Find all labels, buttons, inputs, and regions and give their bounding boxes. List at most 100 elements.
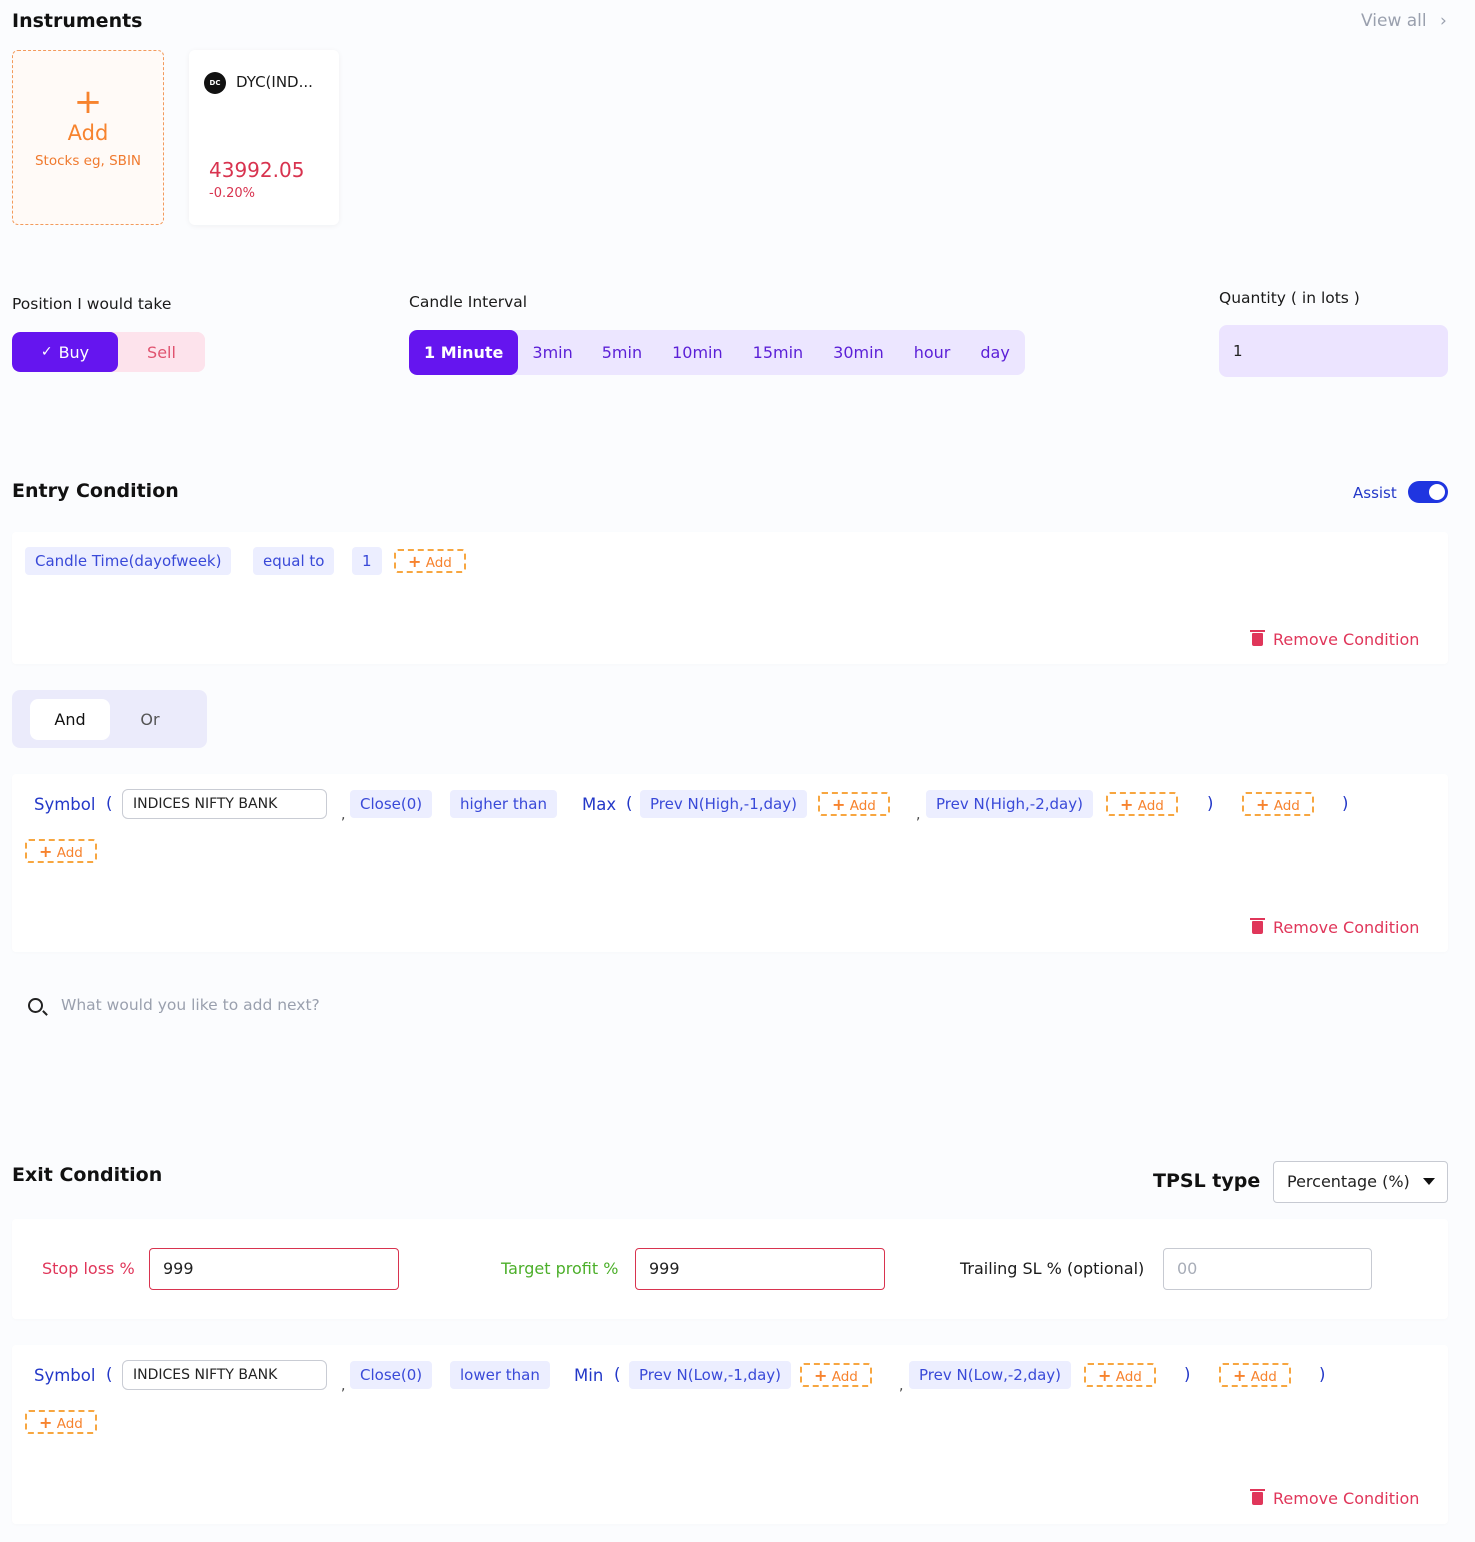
add-button[interactable]: + Add (818, 792, 890, 816)
sell-button[interactable]: Sell (118, 332, 205, 372)
entry-condition-2: Symbol ( INDICES NIFTY BANK , Close(0) h… (12, 774, 1448, 952)
interval-option-3min[interactable]: 3min (518, 330, 586, 375)
instrument-name: DYC(IND... (236, 73, 313, 91)
symbol-input[interactable]: INDICES NIFTY BANK (122, 1360, 327, 1390)
comma-separator: , (341, 1378, 346, 1394)
add-button[interactable]: + Add (1084, 1363, 1156, 1387)
chevron-right-icon: › (1440, 11, 1447, 31)
check-icon: ✓ (40, 344, 53, 360)
search-placeholder: What would you like to add next? (61, 996, 320, 1014)
add-button[interactable]: + Add (800, 1363, 872, 1387)
add-label: Add (1137, 798, 1164, 814)
logic-toggle: And Or (12, 690, 207, 748)
add-label: Add (425, 555, 452, 571)
plus-icon: + (73, 82, 103, 122)
logic-or-button[interactable]: Or (130, 699, 170, 740)
caret-down-icon (1423, 1178, 1435, 1185)
entry-condition-title: Entry Condition (12, 480, 179, 502)
add-label: Add (56, 845, 83, 861)
remove-condition-label: Remove Condition (1273, 1489, 1420, 1508)
interval-option-hour[interactable]: hour (899, 330, 966, 375)
comma-separator: , (899, 1378, 904, 1394)
buy-label: Buy (58, 342, 90, 362)
condition-chip-value[interactable]: 1 (352, 547, 382, 575)
comma-separator: , (916, 807, 921, 823)
open-paren: ( (614, 1365, 621, 1384)
condition-chip-operator[interactable]: higher than (450, 790, 557, 818)
condition-chip-close[interactable]: Close(0) (350, 1361, 433, 1389)
trailing-sl-label: Trailing SL % (optional) (960, 1259, 1145, 1278)
entry-condition-1: Candle Time(dayofweek) equal to 1 + Add … (12, 532, 1448, 664)
symbol-input[interactable]: INDICES NIFTY BANK (122, 789, 327, 819)
candle-interval-label: Candle Interval (409, 293, 528, 311)
instrument-card[interactable]: DC DYC(IND... 43992.05 -0.20% (189, 50, 339, 225)
remove-condition-label: Remove Condition (1273, 630, 1420, 649)
comma-separator: , (341, 807, 346, 823)
interval-option-day[interactable]: day (965, 330, 1024, 375)
function-max[interactable]: Max (582, 795, 616, 814)
trash-icon (1250, 918, 1265, 934)
function-min[interactable]: Min (574, 1366, 603, 1385)
open-paren: ( (106, 794, 113, 813)
add-label: Add (1273, 798, 1300, 814)
exit-condition-1: Symbol ( INDICES NIFTY BANK , Close(0) l… (12, 1345, 1448, 1524)
candle-interval-selector: 1 Minute 3min 5min 10min 15min 30min hou… (409, 330, 1025, 375)
view-all-link[interactable]: View all › (1361, 11, 1447, 31)
remove-condition-button[interactable]: Remove Condition (1250, 630, 1420, 649)
position-label: Position I would take (12, 295, 172, 313)
interval-option-5min[interactable]: 5min (587, 330, 657, 375)
add-instrument-hint: Stocks eg, SBIN (34, 153, 142, 169)
condition-chip-arg2[interactable]: Prev N(High,-2,day) (926, 790, 1093, 818)
condition-chip-arg1[interactable]: Prev N(High,-1,day) (640, 790, 807, 818)
add-instrument-card[interactable]: + Add Stocks eg, SBIN (12, 50, 164, 225)
add-button[interactable]: + Add (25, 839, 97, 863)
add-button[interactable]: + Add (25, 1410, 97, 1434)
open-paren: ( (626, 794, 633, 813)
plus-icon: + (1098, 1366, 1112, 1385)
instrument-change: -0.20% (209, 186, 255, 201)
add-label: Add (56, 1416, 83, 1432)
condition-chip-operator[interactable]: equal to (253, 547, 335, 575)
instrument-logo: DC (204, 72, 226, 94)
target-profit-label: Target profit % (501, 1259, 619, 1278)
close-paren: ) (1342, 794, 1349, 813)
quantity-input[interactable]: 1 (1219, 325, 1448, 377)
condition-chip-arg2[interactable]: Prev N(Low,-2,day) (909, 1361, 1072, 1389)
interval-option-10min[interactable]: 10min (657, 330, 738, 375)
add-instrument-label: Add (67, 121, 109, 145)
interval-option-30min[interactable]: 30min (818, 330, 899, 375)
tpsl-panel: Stop loss % 999 Target profit % 999 Trai… (12, 1219, 1448, 1319)
target-profit-input[interactable]: 999 (635, 1248, 885, 1290)
condition-chip-close[interactable]: Close(0) (350, 790, 433, 818)
logic-and-button[interactable]: And (30, 699, 110, 740)
add-label: Add (1115, 1369, 1142, 1385)
exit-condition-title: Exit Condition (12, 1164, 163, 1186)
remove-condition-button[interactable]: Remove Condition (1250, 1489, 1420, 1508)
interval-option-1-minute[interactable]: 1 Minute (409, 330, 519, 375)
plus-icon: + (832, 795, 846, 814)
add-button[interactable]: + Add (1106, 792, 1178, 816)
trailing-sl-input[interactable]: 00 (1163, 1248, 1372, 1290)
add-button[interactable]: + Add (1219, 1363, 1291, 1387)
add-label: Add (1250, 1369, 1277, 1385)
add-next-search[interactable]: What would you like to add next? (12, 976, 1448, 1036)
add-button[interactable]: + Add (394, 549, 466, 573)
condition-chip-arg1[interactable]: Prev N(Low,-1,day) (629, 1361, 792, 1389)
quantity-label: Quantity ( in lots ) (1219, 289, 1360, 307)
symbol-keyword: Symbol (34, 1366, 96, 1385)
stop-loss-input[interactable]: 999 (149, 1248, 399, 1290)
condition-chip-candle-time[interactable]: Candle Time(dayofweek) (25, 547, 232, 575)
symbol-keyword: Symbol (34, 795, 96, 814)
tpsl-type-select[interactable]: Percentage (%) (1273, 1161, 1448, 1203)
remove-condition-button[interactable]: Remove Condition (1250, 918, 1419, 937)
plus-icon: + (814, 1366, 828, 1385)
open-paren: ( (106, 1365, 113, 1384)
add-button[interactable]: + Add (1242, 792, 1314, 816)
view-all-label: View all (1361, 11, 1427, 31)
assist-toggle[interactable] (1408, 481, 1448, 503)
instruments-title: Instruments (12, 10, 143, 32)
condition-chip-operator[interactable]: lower than (450, 1361, 550, 1389)
buy-button[interactable]: ✓ Buy (12, 332, 118, 372)
plus-icon: + (39, 842, 53, 861)
interval-option-15min[interactable]: 15min (738, 330, 819, 375)
